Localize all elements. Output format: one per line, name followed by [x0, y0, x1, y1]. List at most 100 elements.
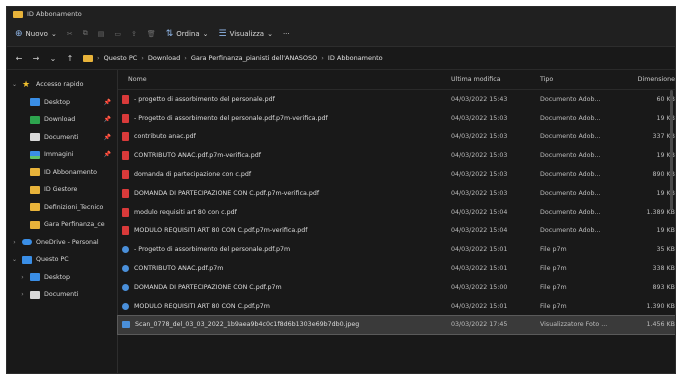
- new-button[interactable]: ⊕ Nuovo ⌄: [15, 29, 57, 39]
- file-row[interactable]: modulo requisiti art 80 con c.pdf 04/03/2…: [118, 203, 675, 222]
- chevron-down-icon: ⌄: [267, 29, 273, 38]
- chevron-right-icon[interactable]: ›: [19, 274, 26, 281]
- file-row[interactable]: domanda di partecipazione con c.pdf 04/03…: [118, 165, 675, 184]
- file-type: Documento Adob...: [540, 208, 601, 216]
- file-type: Documento Adob...: [540, 114, 601, 122]
- breadcrumb[interactable]: › Questo PC › Download › Gara Perfinanza…: [83, 54, 383, 62]
- p7m-file-icon: [122, 265, 129, 273]
- file-row[interactable]: DOMANDA DI PARTECIPAZIONE CON C.pdf.p7m-…: [118, 184, 675, 203]
- chevron-right-icon[interactable]: ›: [19, 291, 26, 298]
- up-arrow-icon[interactable]: ↑: [66, 54, 74, 63]
- file-type: Documento Adob...: [540, 95, 601, 103]
- sidebar-item[interactable]: ⌄ Questo PC: [7, 251, 117, 269]
- file-row[interactable]: - Progetto di assorbimento del personale…: [118, 240, 675, 259]
- file-explorer-window: ID Abbonamento ⊕ Nuovo ⌄ ✂ ⧉ ▤ ▭ ⇪ 🗑 ⇅ Ordi…: [6, 6, 676, 374]
- file-row[interactable]: - Progetto di assorbimento del personale…: [118, 109, 675, 128]
- view-button[interactable]: ☰ Visualizza ⌄: [219, 29, 273, 39]
- pdf-file-icon: [122, 132, 129, 142]
- folder-icon: [13, 10, 23, 18]
- file-name: CONTRIBUTO ANAC.pdf.p7m-verifica.pdf: [134, 152, 261, 160]
- folder-icon: [83, 54, 93, 62]
- chevron-right-icon[interactable]: ›: [11, 239, 18, 246]
- file-size: 19 KB: [656, 152, 675, 160]
- file-name: - Progetto di assorbimento del personale…: [134, 246, 291, 254]
- clipboard-icon: ▤: [97, 29, 105, 38]
- title-bar[interactable]: ID Abbonamento: [7, 7, 675, 21]
- more-options-button[interactable]: ···: [283, 30, 290, 38]
- sidebar-item[interactable]: ID Gestore: [7, 181, 117, 199]
- sidebar-item[interactable]: › Desktop: [7, 269, 117, 287]
- recent-chevron-icon[interactable]: ⌄: [49, 54, 57, 63]
- paste-button[interactable]: ▤: [98, 30, 105, 38]
- sidebar-item[interactable]: Definizioni_Tecnico: [7, 199, 117, 217]
- desktop-icon: [30, 273, 40, 282]
- file-date: 04/03/2022 15:03: [451, 152, 508, 160]
- command-bar: ⊕ Nuovo ⌄ ✂ ⧉ ▤ ▭ ⇪ 🗑 ⇅ Ordina ⌄ ☰ Visualizza…: [7, 21, 675, 47]
- column-header-type[interactable]: Tipo: [540, 76, 629, 83]
- sidebar-item[interactable]: ID Abbonamento: [7, 164, 117, 182]
- file-size: 337 KB: [652, 133, 675, 141]
- sidebar-item[interactable]: Download 📌: [7, 111, 117, 129]
- file-type: Documento Adob...: [540, 133, 601, 141]
- cut-button[interactable]: ✂: [67, 30, 73, 38]
- file-name: MODULO REQUISITI ART 80 CON C.pdf.p7m: [134, 302, 270, 310]
- sidebar-item[interactable]: Documenti 📌: [7, 129, 117, 147]
- breadcrumb-item[interactable]: Gara Perfinanza_pianisti dell'ANASOSO: [191, 54, 317, 62]
- scissors-icon: ✂: [66, 29, 73, 38]
- desktop-icon: [30, 98, 40, 107]
- share-button[interactable]: ⇪: [131, 30, 137, 38]
- chevron-down-icon: ⌄: [202, 29, 209, 38]
- sidebar-item[interactable]: ⌄ ★ Accesso rapido: [7, 76, 117, 94]
- sidebar-item-label: Immagini: [44, 151, 74, 159]
- rename-button[interactable]: ▭: [114, 30, 121, 38]
- pin-icon: 📌: [103, 151, 111, 159]
- sort-button[interactable]: ⇅ Ordina ⌄: [166, 29, 209, 39]
- back-arrow-icon[interactable]: ←: [15, 54, 23, 63]
- file-row[interactable]: DOMANDA DI PARTECIPAZIONE CON C.pdf.p7m 0…: [118, 278, 675, 297]
- download-icon: [30, 115, 40, 124]
- pc-icon: [22, 255, 32, 264]
- column-header-size[interactable]: Dimensione: [629, 76, 675, 83]
- sidebar-item-label: ID Abbonamento: [44, 168, 98, 176]
- file-row[interactable]: contributo anac.pdf 04/03/2022 15:03 Docum…: [118, 128, 675, 147]
- file-name: - progetto di assorbimento del personale…: [134, 95, 275, 103]
- file-row[interactable]: - progetto di assorbimento del personale…: [118, 90, 675, 109]
- breadcrumb-item[interactable]: ID Abbonamento: [328, 54, 383, 62]
- file-name: contributo anac.pdf: [134, 133, 196, 141]
- sidebar-item-label: Desktop: [44, 98, 70, 106]
- file-name: Scan_0778_del_03_03_2022_1b9aea9b4c0c1f8…: [135, 321, 360, 329]
- breadcrumb-item[interactable]: Questo PC: [104, 54, 138, 62]
- navigation-pane: ⌄ ★ Accesso rapido Desktop 📌 Download 📌 Documen…: [7, 70, 118, 373]
- file-row[interactable]: MODULO REQUISITI ART 80 CON C.pdf.p7m 04/…: [118, 297, 675, 316]
- file-date: 04/03/2022 15:04: [451, 208, 508, 216]
- breadcrumb-item[interactable]: Download: [148, 54, 180, 62]
- file-row[interactable]: CONTRIBUTO ANAC.pdf.p7m 04/03/2022 15:01 F…: [118, 259, 675, 278]
- file-date: 03/03/2022 17:45: [451, 321, 508, 329]
- sidebar-item[interactable]: Immagini 📌: [7, 146, 117, 164]
- chevron-down-icon: ⌄: [50, 29, 57, 38]
- scrollbar[interactable]: [670, 90, 673, 210]
- sidebar-item-label: ID Gestore: [44, 186, 78, 194]
- column-header-date[interactable]: Ultima modifica: [451, 76, 540, 83]
- file-row[interactable]: MODULO REQUISITI ART 80 CON C.pdf.p7m-ve…: [118, 222, 675, 241]
- file-row[interactable]: Scan_0778_del_03_03_2022_1b9aea9b4c0c1f8…: [117, 314, 675, 336]
- sidebar-item-label: Download: [44, 116, 76, 124]
- pdf-file-icon: [122, 151, 129, 161]
- sidebar-item[interactable]: Desktop 📌: [7, 94, 117, 112]
- copy-icon: ⧉: [82, 29, 88, 37]
- chevron-down-icon[interactable]: ⌄: [11, 81, 18, 88]
- delete-button[interactable]: 🗑: [147, 30, 156, 38]
- sidebar-item[interactable]: › OneDrive - Personal: [7, 234, 117, 252]
- pin-icon: 📌: [103, 133, 111, 141]
- file-row[interactable]: CONTRIBUTO ANAC.pdf.p7m-verifica.pdf 04/0…: [118, 146, 675, 165]
- file-size: 35 KB: [656, 246, 675, 254]
- file-type: File p7m: [540, 283, 567, 291]
- file-type: Visualizzatore Foto ...: [540, 321, 608, 329]
- copy-button[interactable]: ⧉: [83, 29, 88, 38]
- forward-arrow-icon[interactable]: →: [32, 54, 40, 63]
- sidebar-item[interactable]: Gara Perfinanza_ce: [7, 216, 117, 234]
- chevron-down-icon[interactable]: ⌄: [11, 256, 18, 263]
- column-header-name[interactable]: Nome: [118, 76, 451, 83]
- sidebar-item[interactable]: › Documenti: [7, 286, 117, 304]
- pdf-file-icon: [122, 113, 129, 123]
